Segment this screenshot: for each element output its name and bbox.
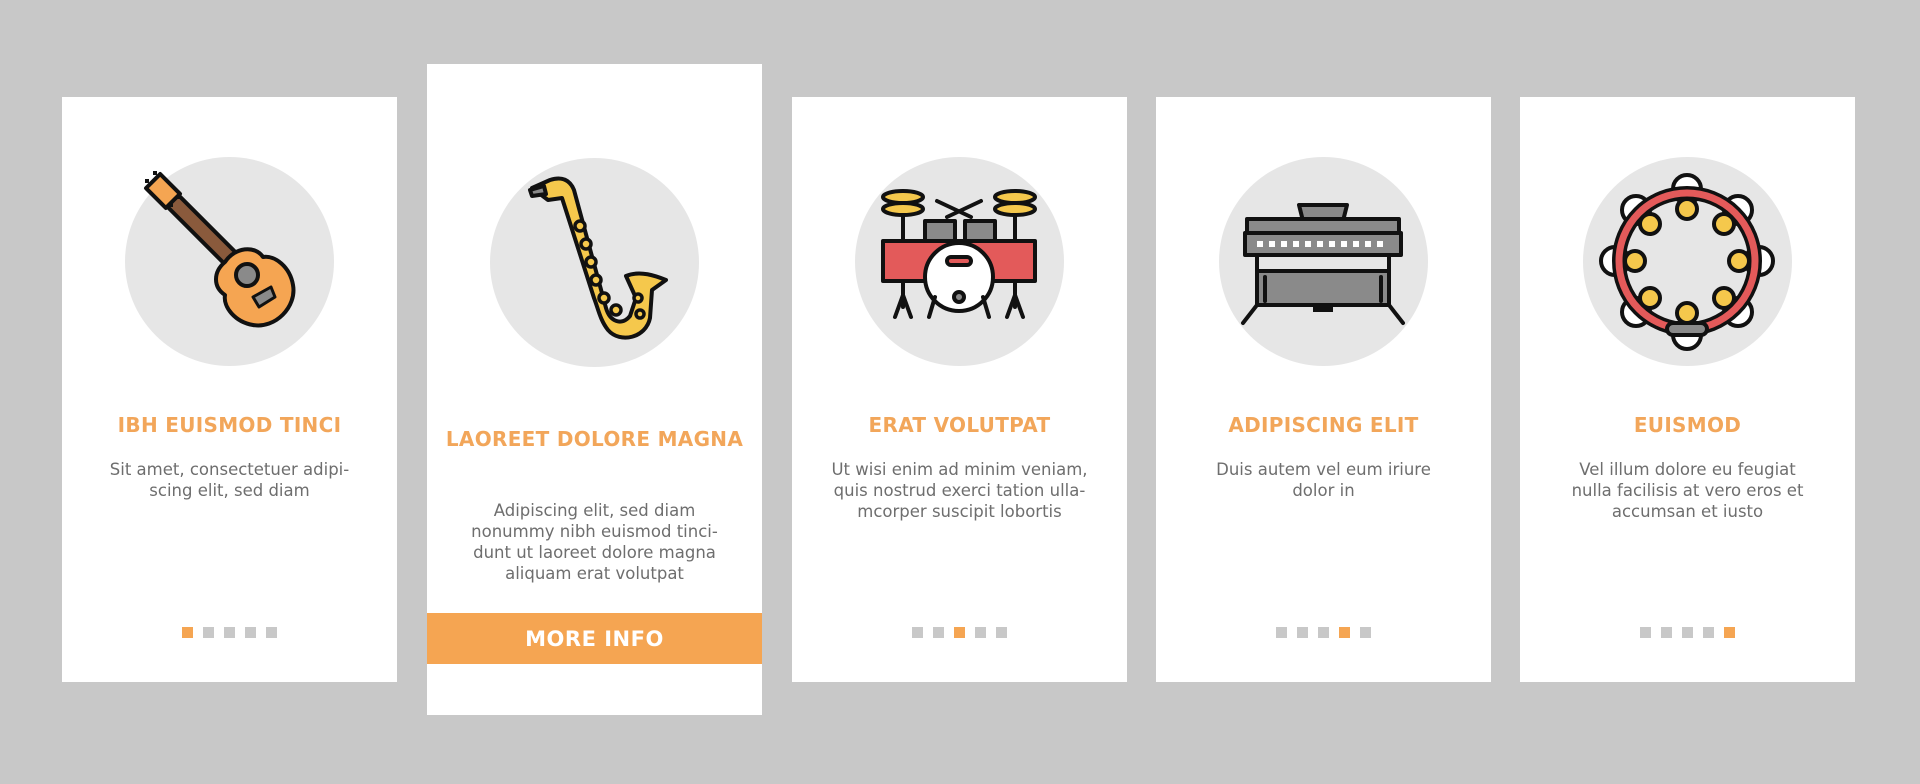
card-description: Sit amet, consectetuer adipi- scing elit… <box>109 460 350 500</box>
pagination-dots <box>62 627 397 638</box>
acoustic-guitar-icon <box>144 171 296 328</box>
icon-circle <box>1583 157 1792 366</box>
pagination-dots <box>792 627 1127 638</box>
card-title: ERAT VOLUTPAT <box>868 413 1051 437</box>
page-dot-1[interactable] <box>182 627 193 638</box>
page-dot-5[interactable] <box>996 627 1007 638</box>
icon-circle <box>125 157 334 366</box>
card-title: ADIPISCING ELIT <box>1228 413 1419 437</box>
page-dot-5[interactable] <box>1360 627 1371 638</box>
page-dot-2[interactable] <box>933 627 944 638</box>
card-description: Vel illum dolore eu feugiat nulla facili… <box>1571 460 1804 521</box>
card-title: EUISMOD <box>1633 413 1742 437</box>
more-info-button[interactable]: MORE INFO <box>427 613 762 664</box>
page-dot-2[interactable] <box>1297 627 1308 638</box>
pagination-dots <box>1156 627 1491 638</box>
icon-circle <box>855 157 1064 366</box>
page-dot-2[interactable] <box>1661 627 1672 638</box>
card-description: Ut wisi enim ad minim veniam, quis nostr… <box>831 460 1088 521</box>
icon-circle <box>490 158 699 367</box>
page-dot-2[interactable] <box>203 627 214 638</box>
onboarding-card-guitar: IBH EUISMOD TINCI Sit amet, consectetuer… <box>62 97 397 682</box>
page-dot-3[interactable] <box>224 627 235 638</box>
page-dot-1[interactable] <box>1640 627 1651 638</box>
drum-kit-icon <box>881 189 1037 319</box>
tambourine-icon <box>1599 173 1775 351</box>
icon-circle <box>1219 157 1428 366</box>
page-dot-4[interactable] <box>245 627 256 638</box>
page-dot-5[interactable] <box>1724 627 1735 638</box>
card-description: Adipiscing elit, sed diam nonummy nibh e… <box>471 501 718 583</box>
saxophone-icon <box>528 176 668 340</box>
page-dot-5[interactable] <box>266 627 277 638</box>
page-dot-4[interactable] <box>1339 627 1350 638</box>
card-description: Duis autem vel eum iriure dolor in <box>1216 460 1431 500</box>
onboarding-card-drums: ERAT VOLUTPAT Ut wisi enim ad minim veni… <box>792 97 1127 682</box>
onboarding-card-piano: ADIPISCING ELIT Duis autem vel eum iriur… <box>1156 97 1491 682</box>
page-dot-4[interactable] <box>975 627 986 638</box>
page-dot-1[interactable] <box>912 627 923 638</box>
onboarding-card-tambourine: EUISMOD Vel illum dolore eu feugiat null… <box>1520 97 1855 682</box>
page-dot-3[interactable] <box>1318 627 1329 638</box>
page-dot-3[interactable] <box>1682 627 1693 638</box>
card-title: IBH EUISMOD TINCI <box>117 413 342 437</box>
page-dot-3[interactable] <box>954 627 965 638</box>
onboarding-card-saxophone: LAOREET DOLORE MAGNA Adipiscing elit, se… <box>427 64 762 715</box>
pagination-dots <box>1520 627 1855 638</box>
card-title: LAOREET DOLORE MAGNA <box>445 427 744 451</box>
page-dot-4[interactable] <box>1703 627 1714 638</box>
digital-piano-icon <box>1241 203 1405 325</box>
page-dot-1[interactable] <box>1276 627 1287 638</box>
